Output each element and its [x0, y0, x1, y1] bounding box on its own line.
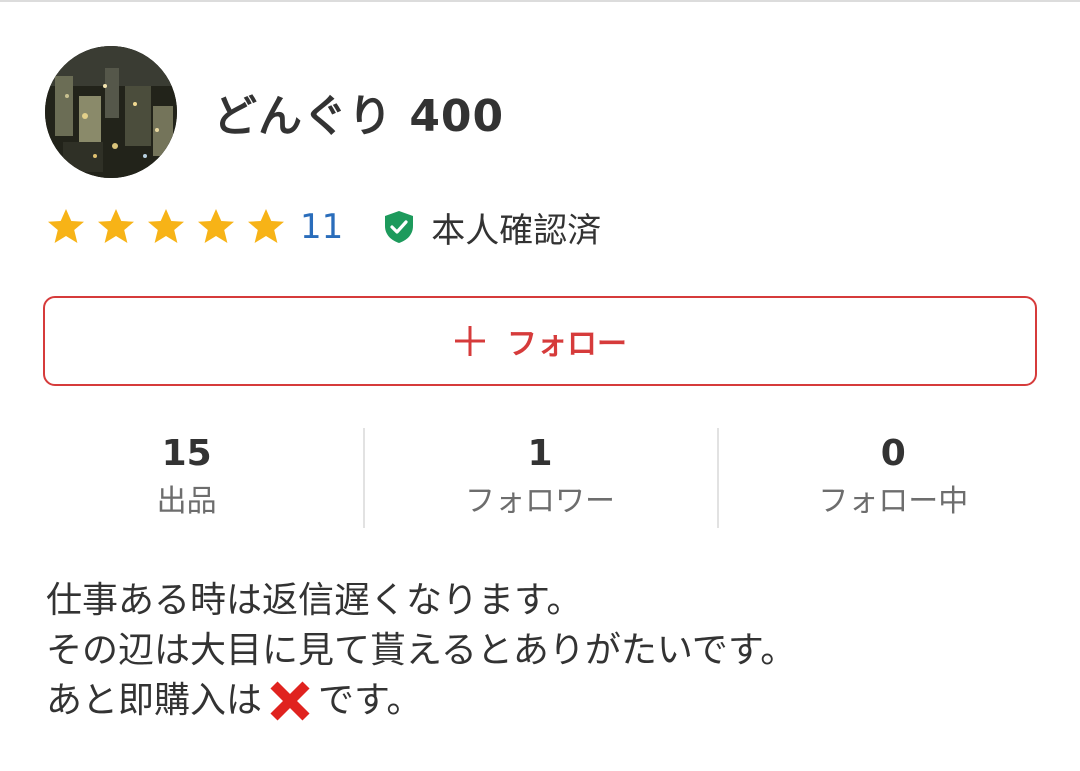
stat-label: 出品: [156, 484, 217, 519]
profile-page: どんぐり 400 11 本人確認済 フォロー 15 出品 1 フォロワー 0 フ…: [0, 0, 1080, 771]
stat-label: フォロー中: [818, 484, 969, 519]
profile-bio: 仕事ある時は返信遅くなります。 その辺は大目に見て貰えるとありがたいです。 あと…: [46, 576, 1046, 726]
verification-badge: 本人確認済: [381, 203, 601, 252]
star-rating[interactable]: [46, 207, 296, 247]
star-icon: [148, 209, 184, 243]
avatar[interactable]: [45, 46, 177, 178]
stat-followers[interactable]: 1 フォロワー: [363, 428, 716, 528]
review-count-link[interactable]: 11: [300, 207, 343, 247]
bio-text: あと即購入は: [46, 680, 263, 721]
shield-check-icon: [385, 211, 414, 243]
stat-value: 0: [880, 433, 906, 474]
bio-text: です。: [318, 680, 423, 721]
bio-line: その辺は大目に見て貰えるとありがたいです。: [46, 630, 797, 671]
stat-value: 1: [527, 433, 553, 474]
star-icon: [48, 209, 84, 243]
star-icon: [248, 209, 284, 243]
star-icon: [98, 209, 134, 243]
star-icon: [198, 209, 234, 243]
verified-label: 本人確認済: [431, 210, 602, 251]
profile-header: どんぐり 400: [45, 46, 504, 178]
rating-row: 11 本人確認済: [46, 202, 601, 252]
plus-icon: [455, 326, 485, 356]
follow-button[interactable]: フォロー: [43, 296, 1037, 386]
username: どんぐり 400: [213, 91, 505, 142]
stat-value: 15: [161, 433, 212, 474]
bio-line: あと即購入は です。: [46, 676, 1046, 726]
stat-label: フォロワー: [464, 484, 615, 519]
stat-following[interactable]: 0 フォロー中: [716, 428, 1070, 528]
city-night-photo-icon: [45, 46, 177, 178]
bio-line: 仕事ある時は返信遅くなります。: [46, 580, 583, 621]
follow-label: フォロー: [507, 327, 627, 362]
stat-listings[interactable]: 15 出品: [10, 428, 363, 528]
cross-mark-icon: [270, 681, 310, 721]
stats-bar: 15 出品 1 フォロワー 0 フォロー中: [10, 428, 1070, 528]
